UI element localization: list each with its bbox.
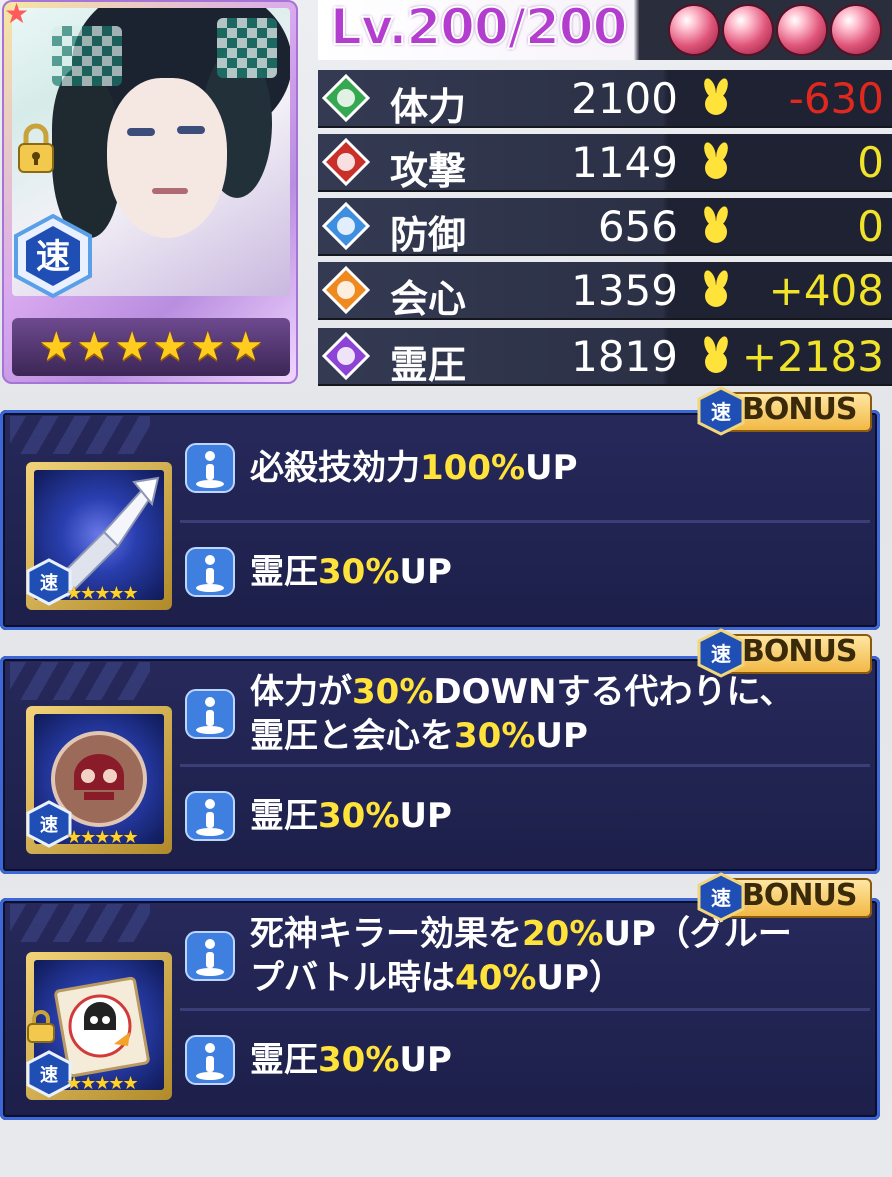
thumb-rarity-stars: ★★★★★ xyxy=(66,827,139,848)
stat-sp-icon xyxy=(322,332,370,380)
divider xyxy=(180,1008,870,1011)
stat-name: 体力 xyxy=(390,85,467,129)
skill-up-icon xyxy=(185,689,235,739)
kon-bonus-icon xyxy=(704,336,728,373)
rarity-star-icon: ★ xyxy=(189,324,226,370)
kon-bonus-icon xyxy=(704,206,728,243)
svg-text:速: 速 xyxy=(36,237,70,277)
stat-name: 会心 xyxy=(390,277,467,321)
kon-bonus-icon xyxy=(704,270,728,307)
kon-bonus-icon xyxy=(704,142,728,179)
character-card[interactable]: ★ 速 ★ ★ ★ ★ ★ ★ xyxy=(2,0,298,384)
thumb-rarity-stars: ★★★★★ xyxy=(66,583,139,604)
awakening-orb-icon xyxy=(778,6,826,54)
svg-text:速: 速 xyxy=(711,886,731,910)
accessory-thumbnail[interactable]: 速 ★★★★★ xyxy=(26,706,172,854)
accessory-thumbnail[interactable]: 速 ★★★★★ xyxy=(26,952,172,1100)
stat-bonus: 0 xyxy=(857,202,884,251)
skill-1-text: 死神キラー効果を20%UP（グルー プバトル時は40%UP） xyxy=(250,914,792,998)
speed-attribute-icon: 速 xyxy=(697,872,745,922)
lock-icon[interactable] xyxy=(16,122,56,174)
bonus-panel-3[interactable]: 速 ★★★★★ 死神キラー効果を20%UP（グルー プバトル時は40%UP） 霊… xyxy=(0,898,880,1120)
stat-name: 霊圧 xyxy=(390,343,467,387)
stat-atk-icon xyxy=(322,138,370,186)
divider xyxy=(180,764,870,767)
stat-bonus: -630 xyxy=(788,74,884,123)
rarity-stars: ★ ★ ★ ★ ★ ★ xyxy=(12,318,290,376)
stat-name: 防御 xyxy=(390,213,467,257)
rarity-star-icon: ★ xyxy=(114,324,150,370)
svg-text:速: 速 xyxy=(40,814,58,836)
skill-up-icon xyxy=(185,791,235,841)
skill-2-text: 霊圧30%UP xyxy=(250,796,452,836)
stat-value: 656 xyxy=(597,202,678,251)
skill-up-icon xyxy=(185,1035,235,1085)
speed-attribute-icon: 速 xyxy=(697,628,745,678)
skill-up-icon xyxy=(185,547,235,597)
awakening-orb-icon xyxy=(724,6,772,54)
svg-text:速: 速 xyxy=(40,572,58,594)
stat-value: 2100 xyxy=(571,74,678,123)
stat-row-atk: 攻撃 1149 0 xyxy=(318,134,892,193)
skill-2-text: 霊圧30%UP xyxy=(250,552,452,592)
stat-row-sp: 霊圧 1819 +2183 xyxy=(318,328,892,387)
stat-bonus: 0 xyxy=(857,138,884,187)
rarity-star-icon: ★ xyxy=(227,324,264,370)
skill-1-text: 必殺技効力100%UP xyxy=(250,448,578,488)
skill-1-text: 体力が30%DOWNする代わりに、 霊圧と会心を30%UP xyxy=(250,672,794,756)
svg-text:速: 速 xyxy=(711,642,731,666)
accessory-thumbnail[interactable]: 速 ★★★★★ xyxy=(26,462,172,610)
bonus-tag: BONUS 速 xyxy=(696,872,872,922)
stat-value: 1149 xyxy=(571,138,678,187)
stat-crit-icon xyxy=(322,266,370,314)
speed-attribute-icon: 速 xyxy=(697,386,745,436)
stat-value: 1359 xyxy=(571,266,678,315)
favorite-star-icon: ★ xyxy=(4,0,30,30)
divider xyxy=(180,520,870,523)
stat-row-crit: 会心 1359 +408 xyxy=(318,262,892,321)
stat-bonus: +2183 xyxy=(741,332,884,381)
rarity-star-icon: ★ xyxy=(152,324,188,370)
bonus-panel-2[interactable]: 速 ★★★★★ 体力が30%DOWNする代わりに、 霊圧と会心を30%UP 霊圧… xyxy=(0,656,880,874)
stat-bonus: +408 xyxy=(768,266,884,315)
skill-up-icon xyxy=(185,931,235,981)
stat-value: 1819 xyxy=(571,332,678,381)
bonus-panel-1[interactable]: 速 ★★★★★ 必殺技効力100%UP 霊圧30%UP xyxy=(0,410,880,630)
thumb-rarity-stars: ★★★★★ xyxy=(66,1073,139,1094)
bonus-tag: BONUS 速 xyxy=(696,628,872,678)
bonus-tag: BONUS 速 xyxy=(696,386,872,436)
level-text: Lv.200/200 xyxy=(329,0,628,57)
stat-row-hp: 体力 2100 -630 xyxy=(318,70,892,129)
lock-icon xyxy=(27,1010,55,1043)
stat-hp-icon xyxy=(322,74,370,122)
stat-row-def: 防御 656 0 xyxy=(318,198,892,257)
svg-text:速: 速 xyxy=(40,1064,58,1086)
speed-attribute-icon: 速 xyxy=(14,214,92,298)
stat-name: 攻撃 xyxy=(390,149,467,193)
awakening-orb-icon xyxy=(832,6,880,54)
rarity-star-icon: ★ xyxy=(38,324,75,370)
skill-2-text: 霊圧30%UP xyxy=(250,1040,452,1080)
stat-def-icon xyxy=(322,202,370,250)
skill-up-icon xyxy=(185,443,235,493)
svg-text:速: 速 xyxy=(711,400,731,424)
rarity-star-icon: ★ xyxy=(76,324,113,370)
awakening-orb-icon xyxy=(670,6,718,54)
kon-bonus-icon xyxy=(704,78,728,115)
